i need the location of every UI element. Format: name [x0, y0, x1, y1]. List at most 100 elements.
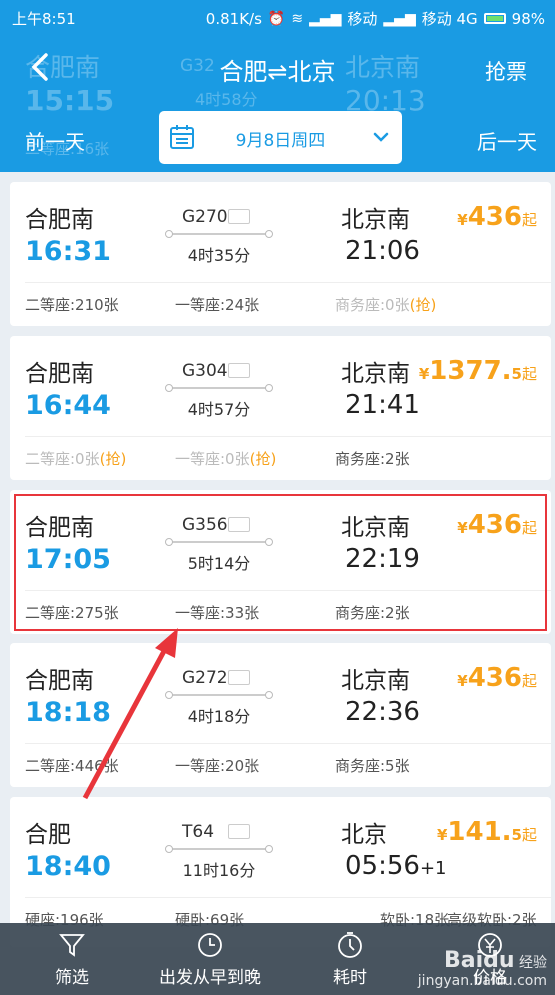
seat-availability: 二等座:275张: [25, 602, 119, 623]
seat-availability: 一等座:20张: [175, 755, 259, 776]
seat-text: 二等座:0张: [25, 450, 100, 468]
alarm-icon: ⏰: [267, 10, 286, 27]
clock-icon: [198, 933, 222, 957]
card-divider: [25, 282, 551, 283]
train-card[interactable]: 合肥南 17:05 G356 5时14分 北京南 22:19 ¥436起 二等座:275张 一等…: [10, 490, 551, 634]
battery-icon: [483, 13, 506, 24]
price-value: 141.: [447, 817, 512, 847]
departure-time: 18:18: [25, 697, 111, 728]
departure-time: 17:05: [25, 544, 111, 575]
price-from-label: 起: [521, 672, 537, 690]
seat-text: 一等座:24张: [175, 296, 260, 314]
status-time: 上午8:51: [12, 10, 76, 28]
price-decimal: 5: [511, 365, 522, 383]
price: ¥141.5起: [437, 817, 537, 847]
route-line: [165, 691, 273, 699]
grab-ticket-button[interactable]: 抢票: [485, 56, 527, 86]
arrival-time: 21:41: [345, 390, 420, 420]
next-day-button[interactable]: 后一天: [477, 126, 537, 155]
price-decimal: 5: [511, 826, 522, 844]
currency-symbol: ¥: [436, 826, 448, 844]
ghost-duration: 4时58分: [195, 90, 258, 109]
card-divider: [25, 743, 551, 744]
arrival-time: 05:56+1: [345, 851, 446, 881]
route-line: [165, 384, 273, 392]
route-line: [165, 538, 273, 546]
seat-availability: 二等座:0张(抢): [25, 448, 126, 469]
seat-availability: 商务座:2张: [335, 602, 410, 623]
departure-sort-label: 出发从早到晚: [159, 968, 261, 988]
id-card-icon: [228, 517, 250, 532]
train-number: G304: [182, 361, 228, 381]
seat-text: 一等座:0张: [175, 450, 250, 468]
from-station: 合肥南: [25, 361, 94, 387]
price-from-label: 起: [521, 365, 537, 383]
date-selector[interactable]: 9月8日周四: [159, 111, 402, 164]
stopwatch-icon: [338, 932, 362, 958]
duration: 4时57分: [187, 400, 251, 419]
arrival-time: 21:06: [345, 236, 420, 266]
filter-tab[interactable]: 筛选: [30, 923, 114, 995]
battery-level: 98%: [511, 9, 545, 28]
grab-seat-link[interactable]: (抢): [250, 450, 277, 468]
card-divider: [25, 436, 551, 437]
seat-text: 商务座:5张: [335, 757, 410, 775]
seat-availability: 二等座:210张: [25, 294, 119, 315]
departure-time: 16:44: [25, 390, 111, 421]
duration: 11时16分: [182, 861, 256, 880]
status-indicators: 0.81K/s ⏰ ≋ ▂▄▆ 移动 ▂▄▆ 移动 4G 98%: [206, 8, 545, 29]
to-station: 北京南: [341, 361, 410, 387]
prev-day-button[interactable]: 前一天: [25, 126, 85, 155]
route-line: [165, 845, 273, 853]
signal-icon: ▂▄▆: [383, 10, 416, 27]
train-card[interactable]: 合肥南 16:44 G304 4时57分 北京南 21:41 ¥1377.5起 二等座:0张(…: [10, 336, 551, 480]
price: ¥436起: [457, 510, 537, 540]
grab-seat-link[interactable]: (抢): [410, 296, 437, 314]
grab-seat-link[interactable]: (抢): [100, 450, 127, 468]
arrival-time: 22:36: [345, 697, 420, 727]
price-value: 436: [467, 202, 522, 232]
seat-availability: 一等座:33张: [175, 602, 259, 623]
price: ¥1377.5起: [419, 356, 537, 386]
seat-availability: 商务座:2张: [335, 448, 410, 469]
arrival-time-value: 22:19: [345, 544, 420, 574]
header: 合肥南 15:15 G32 4时58分 北京南 20:13 二等座:16张 合肥…: [0, 34, 555, 172]
departure-sort-tab[interactable]: 出发从早到晚: [150, 923, 270, 995]
from-station: 合肥南: [25, 668, 94, 694]
watermark-url: jingyan.baidu.com: [417, 972, 547, 989]
train-card[interactable]: 合肥南 18:18 G272 4时18分 北京南 22:36 ¥436起 二等座:446张 一等…: [10, 643, 551, 787]
seat-text: 二等座:210张: [25, 296, 119, 314]
arrival-time: 22:19: [345, 544, 420, 574]
seat-text: 一等座:20张: [175, 757, 260, 775]
train-card[interactable]: 合肥南 16:31 G270 4时35分 北京南 21:06 ¥436起 二等座:210张 一等…: [10, 182, 551, 326]
price-from-label: 起: [521, 211, 537, 229]
train-number: G270: [182, 207, 228, 227]
carrier-1: 移动: [347, 10, 378, 28]
network-speed: 0.81K/s: [205, 9, 262, 28]
filter-icon: [59, 934, 85, 957]
chevron-down-icon: [373, 132, 389, 142]
id-card-icon: [228, 363, 250, 378]
seat-text: 商务座:2张: [335, 604, 410, 622]
id-card-icon: [228, 209, 250, 224]
watermark: Baidu 经验 jingyan.baidu.com: [418, 949, 547, 989]
seat-availability: 二等座:446张: [25, 755, 119, 776]
train-number: T64: [182, 822, 215, 842]
date-label: 9月8日周四: [235, 131, 326, 151]
duration-sort-tab[interactable]: 耗时: [320, 923, 380, 995]
price-value: 436: [467, 663, 522, 693]
departure-time: 16:31: [25, 236, 111, 267]
seat-text: 二等座:275张: [25, 604, 119, 622]
arrival-time-value: 21:06: [345, 236, 420, 266]
wifi-icon: ≋: [291, 10, 304, 27]
signal-icon: ▂▄▆: [309, 10, 342, 27]
departure-time: 18:40: [25, 851, 111, 882]
duration: 4时35分: [187, 246, 251, 265]
duration-sort-label: 耗时: [333, 968, 367, 988]
seat-availability: 商务座:5张: [335, 755, 410, 776]
seat-text: 商务座:2张: [335, 450, 410, 468]
seat-availability: 一等座:24张: [175, 294, 259, 315]
train-number: G356: [182, 515, 228, 535]
next-day-suffix: +1: [419, 858, 447, 879]
train-number: G272: [182, 668, 228, 688]
